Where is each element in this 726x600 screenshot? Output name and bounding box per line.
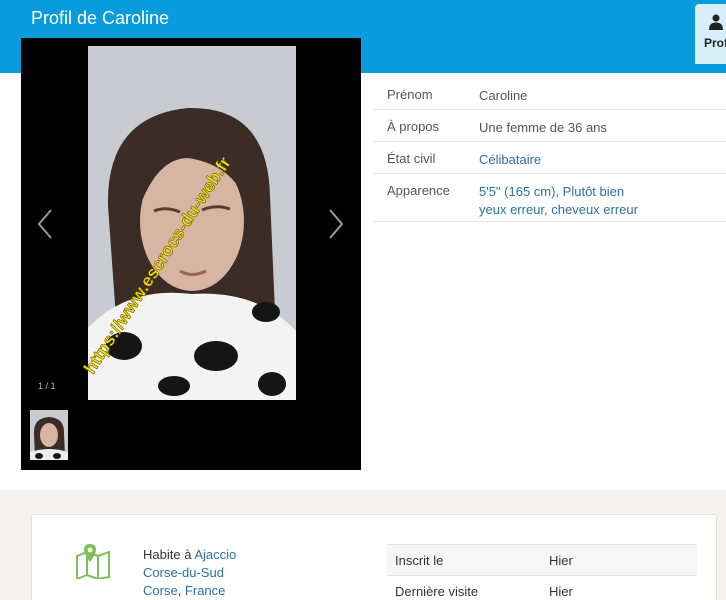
previous-photo-arrow-icon[interactable]: [33, 206, 57, 242]
location-region-link[interactable]: Corse-du-Sud: [143, 565, 224, 580]
user-icon: [709, 14, 723, 30]
registration-label: Inscrit le: [395, 553, 444, 568]
detail-row-etat-civil: État civil Célibataire: [374, 142, 726, 174]
next-photo-arrow-icon[interactable]: [324, 206, 348, 242]
location-separator: ,: [177, 583, 185, 598]
registration-table: Inscrit le Hier Dernière visite Hier: [387, 544, 697, 600]
detail-value: Une femme de 36 ans: [479, 120, 607, 135]
page-title: Profil de Caroline: [31, 8, 170, 28]
tab-profil[interactable]: Prof: [695, 4, 726, 64]
location-prefix: Habite à: [143, 547, 195, 562]
tab-profil-label: Prof: [704, 36, 726, 50]
registration-value: Hier: [549, 553, 573, 568]
profile-details-table: Prénom Caroline À propos Une femme de 36…: [374, 78, 726, 222]
detail-value: Caroline: [479, 88, 528, 103]
location-text: Habite à Ajaccio Corse-du-Sud Corse, Fra…: [143, 546, 236, 600]
registration-value: Hier: [549, 584, 573, 599]
detail-row-apparence: Apparence 5'5" (165 cm), Plutôt bien yeu…: [374, 174, 726, 222]
detail-label: État civil: [387, 151, 436, 166]
detail-label: À propos: [387, 119, 440, 134]
location-country-link[interactable]: France: [185, 583, 225, 598]
detail-row-a-propos: À propos Une femme de 36 ans: [374, 110, 726, 142]
detail-row-prenom: Prénom Caroline: [374, 78, 726, 110]
profile-photo[interactable]: [88, 46, 296, 400]
detail-label: Apparence: [387, 183, 450, 198]
table-row: Inscrit le Hier: [387, 544, 697, 575]
detail-value-link[interactable]: Célibataire: [479, 151, 659, 169]
photo-counter: 1 / 1: [38, 381, 56, 391]
map-location-icon: [76, 544, 110, 579]
detail-value-link[interactable]: 5'5" (165 cm), Plutôt bien yeux erreur, …: [479, 183, 655, 219]
registration-label: Dernière visite: [395, 584, 479, 599]
table-row: Dernière visite Hier: [387, 575, 697, 600]
photo-gallery: https://www.escrocs-du-web.fr 1 / 1: [21, 38, 361, 470]
location-area-link[interactable]: Corse: [143, 583, 178, 598]
photo-thumbnail[interactable]: [30, 410, 68, 460]
location-card: Habite à Ajaccio Corse-du-Sud Corse, Fra…: [31, 514, 717, 600]
detail-label: Prénom: [387, 87, 433, 102]
location-city-link[interactable]: Ajaccio: [194, 547, 236, 562]
